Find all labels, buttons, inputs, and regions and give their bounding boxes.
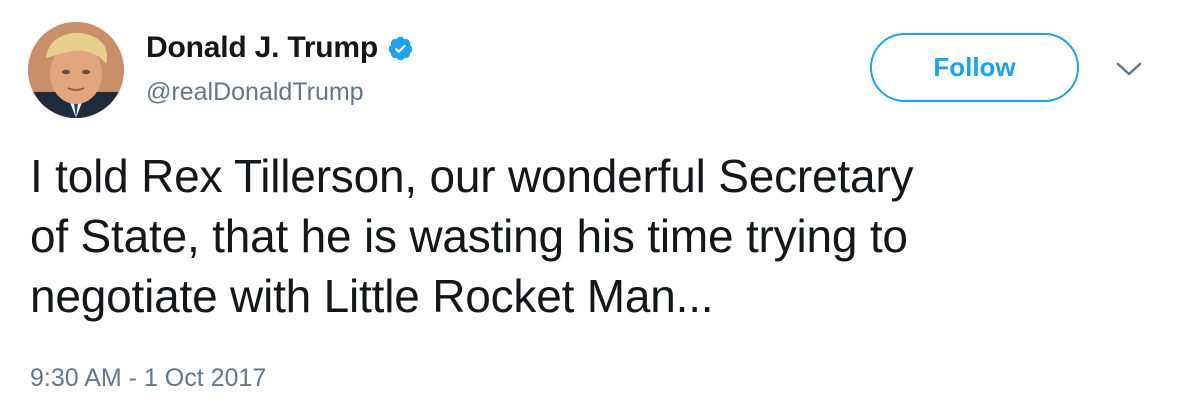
tweet-text-line: negotiate with Little Rocket Man... (30, 270, 714, 322)
display-name[interactable]: Donald J. Trump (146, 31, 378, 65)
tweet-card: Donald J. Trump @realDonaldTrump Follow … (0, 0, 1186, 414)
verified-badge-icon (387, 35, 414, 62)
follow-button[interactable]: Follow (870, 33, 1079, 102)
name-row: Donald J. Trump (146, 30, 414, 66)
tweet-text-line: of State, that he is wasting his time tr… (30, 210, 908, 262)
user-handle[interactable]: @realDonaldTrump (146, 78, 364, 107)
chevron-down-icon[interactable] (1112, 56, 1146, 82)
tweet-text: I told Rex Tillerson, our wonderful Secr… (30, 146, 1150, 326)
tweet-text-line: I told Rex Tillerson, our wonderful Secr… (30, 150, 914, 202)
avatar[interactable] (28, 22, 124, 118)
profile-photo (28, 22, 124, 118)
tweet-timestamp[interactable]: 9:30 AM - 1 Oct 2017 (30, 364, 266, 393)
